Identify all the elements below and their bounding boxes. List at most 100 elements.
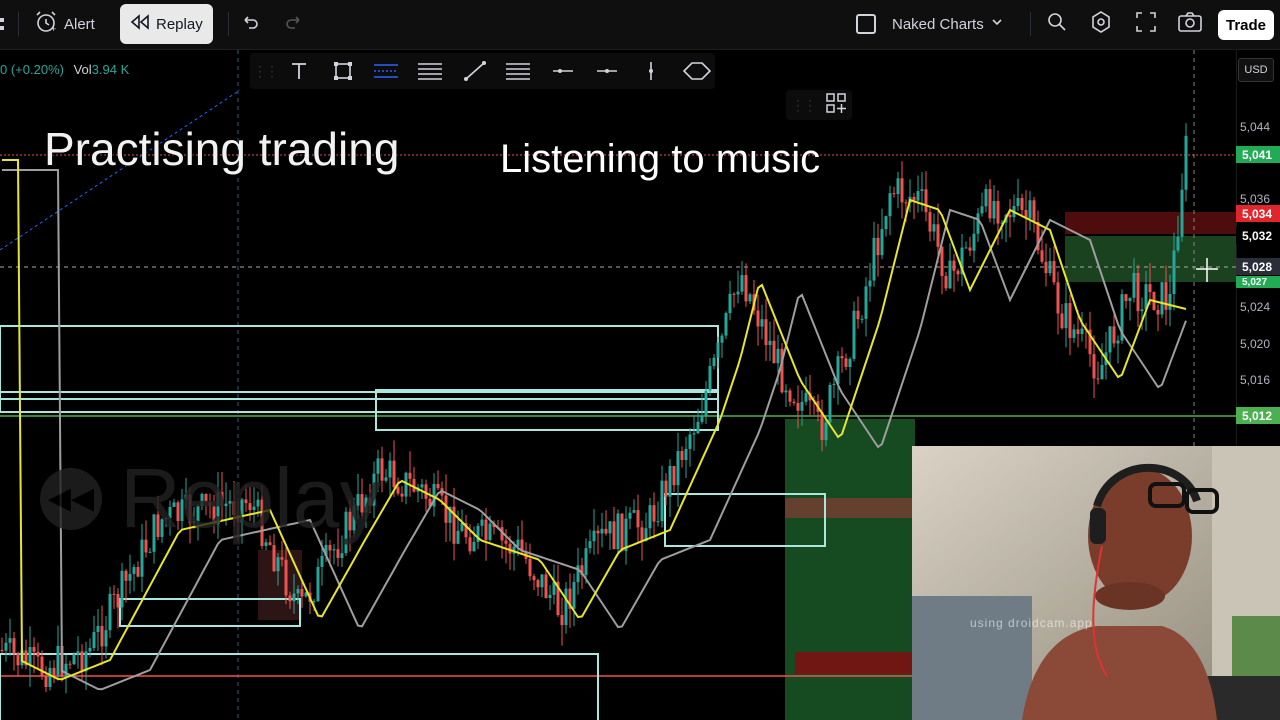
trend-line-tool-icon[interactable] (462, 59, 488, 83)
pitchfork-tool-icon[interactable] (505, 59, 531, 83)
volume-value: 3.94 K (91, 62, 130, 77)
candle-body (108, 593, 112, 631)
stop-loss-zone[interactable] (795, 652, 915, 674)
candle-body (412, 478, 416, 492)
undo-button[interactable] (240, 4, 260, 44)
toolbar-divider (1030, 12, 1031, 36)
candle-body (588, 541, 592, 549)
candle-body (1172, 250, 1176, 295)
candle-body (284, 559, 288, 596)
candle-body (748, 294, 752, 302)
target-price-tag: 5,027 (1236, 276, 1280, 288)
object-tree-icon[interactable] (825, 92, 847, 119)
candle-body (1096, 378, 1100, 380)
candle-body (772, 340, 776, 364)
top-toolbar: + Alert Replay Naked Charts Trade (0, 0, 1280, 50)
candle-body (608, 521, 612, 534)
alert-button[interactable]: + Alert (34, 4, 95, 44)
entry-zone[interactable] (785, 498, 915, 518)
toolbar-divider (18, 12, 19, 36)
candle-body (400, 493, 404, 497)
candle-body (932, 224, 936, 232)
replay-button[interactable]: Replay (120, 4, 213, 44)
candle-body (1060, 313, 1064, 329)
candle-body (680, 450, 684, 461)
candle-body (136, 567, 140, 577)
candle-body (928, 212, 932, 232)
video-caption-subtitle: Listening to music (500, 137, 821, 181)
candle-body (48, 667, 52, 688)
candle-body (612, 521, 616, 550)
text-tool-icon[interactable] (286, 59, 312, 83)
candle-body (488, 523, 492, 540)
candle-body (16, 653, 20, 666)
candle-body (604, 528, 608, 534)
long-position-zone[interactable] (785, 419, 915, 720)
candle-body (300, 589, 304, 597)
settings-button[interactable] (1089, 4, 1113, 44)
candle-body (564, 588, 568, 626)
fullscreen-button[interactable] (1134, 4, 1158, 44)
currency-button[interactable]: USD (1238, 58, 1274, 82)
webcam-watermark: using droidcam.app (970, 616, 1093, 630)
price-axis-label: 5,016 (1240, 373, 1271, 387)
candle-body (128, 573, 132, 581)
candle-body (920, 189, 924, 192)
candle-body (996, 201, 1000, 224)
candle-body (784, 390, 788, 393)
candle-body (840, 356, 844, 359)
candle-body (600, 528, 604, 534)
candle-body (76, 651, 80, 655)
naked-charts-selector[interactable]: Naked Charts (856, 4, 1004, 44)
quick-search-button[interactable] (1045, 4, 1069, 44)
candle-body (728, 293, 732, 314)
candle-body (832, 383, 836, 385)
candle-body (660, 480, 664, 522)
fib-retracement-tool-icon[interactable] (417, 59, 443, 83)
candle-body (388, 460, 392, 478)
candle-body (4, 642, 8, 651)
candle-body (652, 505, 656, 522)
rectangle-tool-icon[interactable] (330, 59, 356, 83)
grid-menu-icon[interactable] (0, 4, 10, 44)
horizontal-line-tool-icon[interactable] (594, 59, 620, 83)
candle-body (1140, 309, 1144, 312)
candle-body (640, 527, 644, 542)
horizontal-ray-tool-icon[interactable] (550, 59, 576, 83)
candle-body (980, 206, 984, 214)
candle-body (272, 545, 276, 572)
candle-body (940, 246, 944, 276)
candle-body (1048, 261, 1052, 274)
drag-handle-icon[interactable]: ⋮⋮ (791, 97, 817, 114)
vertical-line-tool-icon[interactable] (638, 59, 664, 83)
candle-body (420, 484, 424, 488)
candle-body (760, 319, 764, 327)
candle-body (68, 663, 72, 665)
candle-body (804, 392, 808, 402)
trade-button[interactable]: Trade (1218, 10, 1275, 40)
screenshot-button[interactable] (1177, 4, 1203, 44)
candle-body (976, 213, 980, 234)
parallel-channel-tool-icon[interactable] (373, 59, 399, 83)
symbol-info-row: 0 (+0.20%) Vol3.94 K (0, 62, 129, 77)
drag-handle-icon[interactable]: ⋮⋮ (252, 59, 279, 83)
candle-body (1132, 272, 1136, 298)
candle-body (828, 384, 832, 423)
redo-button[interactable] (284, 4, 304, 44)
candle-body (988, 189, 992, 219)
demand-zone[interactable] (258, 550, 302, 620)
candle-body (336, 549, 340, 558)
candle-body (292, 593, 296, 602)
candle-body (824, 422, 828, 441)
candle-body (776, 348, 780, 364)
path-tool-icon[interactable] (680, 59, 714, 83)
layout-checkbox[interactable] (856, 14, 876, 34)
candle-body (1176, 236, 1180, 251)
candle-body (684, 448, 688, 461)
short-stop-zone[interactable] (1065, 212, 1236, 234)
price-change: 0 (+0.20%) (0, 62, 64, 77)
candle-body (1028, 200, 1032, 219)
candle-body (0, 650, 4, 651)
candle-body (72, 654, 76, 665)
candle-body (92, 632, 96, 649)
